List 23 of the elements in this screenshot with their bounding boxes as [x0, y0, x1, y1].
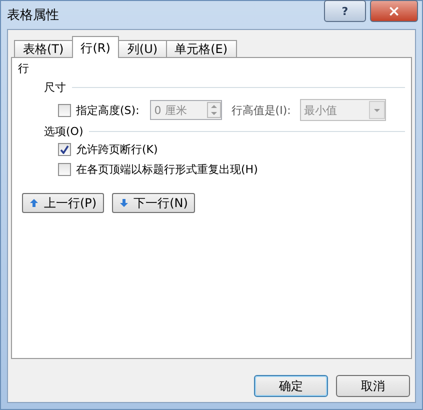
down-arrow-icon: [118, 198, 129, 208]
checkbox-label: 在各页顶端以标题行形式重复出现(H): [76, 162, 258, 176]
field-label: 行高值是(I):: [231, 102, 291, 118]
nav-button[interactable]: 上一行(P): [22, 193, 104, 213]
section-heading: 行: [18, 61, 30, 76]
nav-button[interactable]: 下一行(N): [112, 193, 195, 213]
spin-arrows-icon: [207, 102, 222, 118]
help-button[interactable]: ?: [324, 0, 366, 22]
tab[interactable]: 行(R): [72, 36, 120, 58]
cancel-button[interactable]: 取消: [336, 375, 410, 397]
tab[interactable]: 单元格(E): [166, 40, 237, 57]
section-title: 尺寸: [44, 80, 66, 95]
checkbox[interactable]: [58, 142, 71, 156]
checkbox-label: 允许跨页断行(K): [76, 142, 158, 156]
checkbox[interactable]: [58, 104, 71, 116]
up-arrow-icon: [29, 198, 39, 208]
section-title: 选项(O): [44, 124, 84, 139]
ok-button[interactable]: 确定: [254, 375, 328, 397]
tab[interactable]: 列(U): [118, 40, 167, 57]
window-title: 表格属性: [7, 7, 60, 24]
tab[interactable]: 表格(T): [14, 40, 73, 57]
checkbox[interactable]: [58, 162, 71, 176]
checkbox-label: 指定高度(S):: [76, 102, 140, 118]
